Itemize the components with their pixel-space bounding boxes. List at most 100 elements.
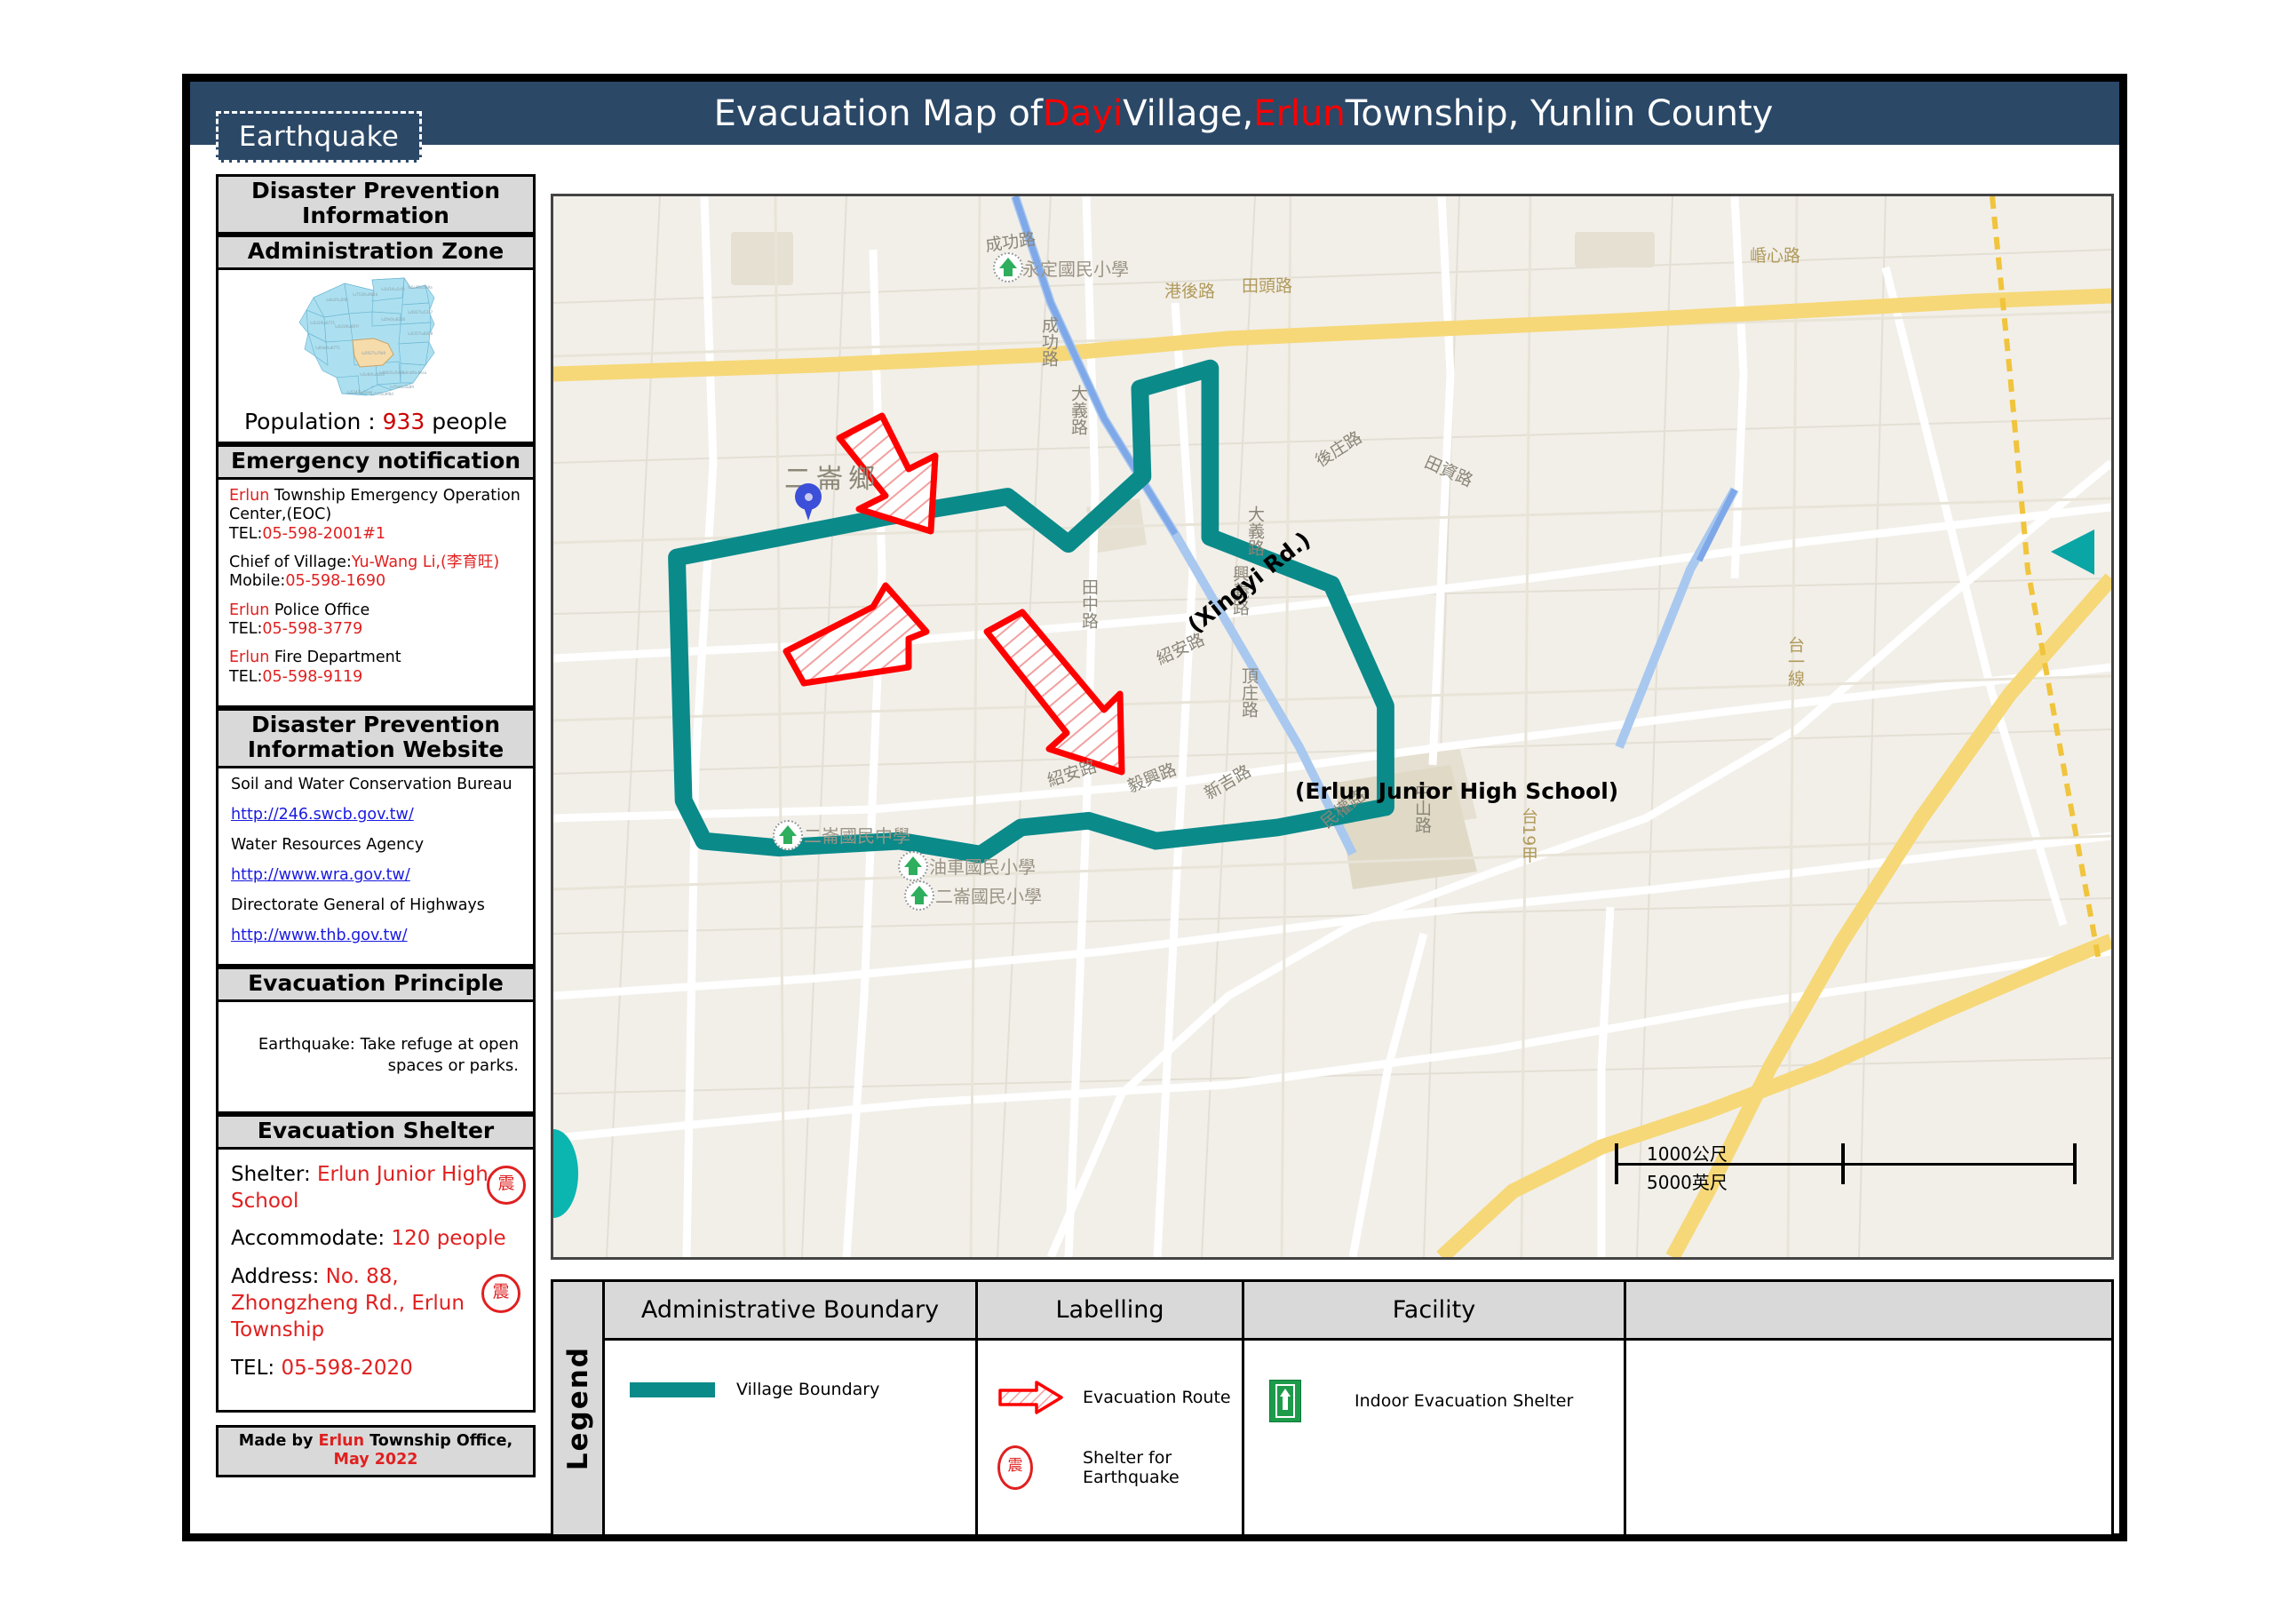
evacuation-map-page: Earthquake Evacuation Map of Dayi Villag… xyxy=(0,0,2296,1616)
title-village-name: Dayi xyxy=(1043,92,1124,134)
svg-text:\u5d19\u897f: \u5d19\u897f xyxy=(335,324,360,329)
svg-text:\u5d19\u6771: \u5d19\u6771 xyxy=(310,321,336,325)
road-label-tianzhong: 田中路 xyxy=(1079,578,1099,629)
evacuation-route-arrows xyxy=(783,412,1125,776)
chief-mobile-label: Mobile: xyxy=(229,572,286,591)
accommodate-value: 120 people xyxy=(391,1227,506,1251)
poi-label-youche: 油車國民小學 xyxy=(929,856,1036,878)
eoc-tel-value: 05-598-2001#1 xyxy=(262,524,386,543)
legend-column-facility: Facility Indoor Evacuation Shelter xyxy=(1244,1282,1626,1534)
road-label-dayi-2: 大義路 xyxy=(1245,505,1265,556)
svg-text:\u7530\u982d: \u7530\u982d xyxy=(353,292,378,297)
website-section-panel: Soil and Water Conservation Bureau http:… xyxy=(216,768,536,967)
fire-tel-value: 05-598-9119 xyxy=(262,667,363,686)
svg-text:\u77f3\u9f8d: \u77f3\u9f8d xyxy=(370,392,393,396)
evacuation-principle-header: Evacuation Principle xyxy=(216,967,536,1003)
legend-label-shelter-for-earthquake: Shelter for Earthquake xyxy=(1083,1448,1180,1487)
svg-text:\u5927\u5317: \u5927\u5317 xyxy=(408,310,433,314)
road-label-ganghou: 港後路 xyxy=(1164,282,1216,301)
svg-text:\u5927\u7fa9: \u5927\u7fa9 xyxy=(361,351,385,355)
sidebar: Disaster Prevention Information Administ… xyxy=(216,174,536,1535)
chief-entry: Chief of Village:Yu-Wang Li,(李育旺) Mobile… xyxy=(229,553,524,592)
map-viewport[interactable]: 成功路 成功路 港後路 田頭路 崏心路 大義路 大義路 後庄路 田資路 田中路 … xyxy=(551,194,2114,1260)
earthquake-stamp-icon: 震 xyxy=(487,1165,526,1205)
map-pin-marker[interactable] xyxy=(795,483,822,521)
earthquake-badge: Earthquake xyxy=(216,111,422,163)
legend-label-indoor-evacuation-shelter: Indoor Evacuation Shelter xyxy=(1355,1391,1574,1411)
poi-label-yongding: 永定國民小學 xyxy=(1022,259,1129,280)
accommodate-label: Accommodate: xyxy=(231,1227,392,1251)
school-icon-erlun-elementary[interactable] xyxy=(904,880,934,911)
disaster-prevention-information-header: Disaster Prevention Information xyxy=(216,174,536,235)
scale-imperial-label: 5000英尺 xyxy=(1647,1172,1728,1193)
administration-zone-thumbnail: \u6e2f\u5f8c \u7530\u982d \u5d34\u5cf0 \u6… xyxy=(218,270,533,405)
website-link-swcb[interactable]: http://246.swcb.gov.tw/ xyxy=(231,806,414,824)
population-unit: people xyxy=(425,409,508,434)
population-label: Population : xyxy=(243,409,383,434)
shelter-name-row: Shelter: Erlun Junior High School xyxy=(231,1162,520,1215)
legend-item-evacuation-route: Evacuation Route xyxy=(997,1380,1242,1415)
svg-text:\u6cb9\u8eca: \u6cb9\u8eca xyxy=(402,370,427,375)
map-scale-bar: 1000公尺 5000英尺 xyxy=(1615,1138,2077,1193)
road-label-dayi: 大義路 xyxy=(1069,385,1088,435)
eoc-entry: Erlun Township Emergency Operation Cente… xyxy=(229,487,524,544)
poi-label-erlun-elementary: 二崙國民小學 xyxy=(935,886,1042,907)
made-by-footer: Made by Erlun Township Office, May 2022 xyxy=(216,1424,536,1477)
road-label-chenggong-2: 成功路 xyxy=(1039,316,1059,367)
legend-header-administrative-boundary: Administrative Boundary xyxy=(605,1282,975,1341)
school-icon-yongding[interactable] xyxy=(993,252,1023,283)
evacuation-route-arrow-icon xyxy=(997,1380,1083,1415)
school-icon-youche[interactable] xyxy=(898,851,928,881)
website-link-wra[interactable]: http://www.wra.gov.tw/ xyxy=(231,866,410,884)
website-name-thb: Directorate General of Highways xyxy=(231,896,485,915)
indoor-shelter-sign-icon xyxy=(1269,1380,1355,1422)
svg-text:\u7fa9\u5b89: \u7fa9\u5b89 xyxy=(390,385,414,389)
road-label-tai19: 台19甲 xyxy=(1519,808,1538,864)
shelter-tel-label: TEL: xyxy=(231,1357,282,1381)
emergency-notification-panel: Erlun Township Emergency Operation Cente… xyxy=(216,480,536,709)
legend-side-title-text: Legend xyxy=(561,1345,594,1471)
scale-metric-label: 1000公尺 xyxy=(1647,1143,1728,1165)
evacuation-arrow-south xyxy=(983,609,1125,776)
evacuation-shelter-header: Evacuation Shelter xyxy=(216,1113,536,1150)
svg-text:\u6e2f\u5f8c: \u6e2f\u5f8c xyxy=(326,298,348,302)
legend-panel: Legend Administrative Boundary Village B… xyxy=(551,1279,2114,1537)
legend-item-village-boundary: Village Boundary xyxy=(630,1380,975,1399)
svg-text:\u5d34\u5cf0: \u5d34\u5cf0 xyxy=(381,287,405,291)
police-tel-value: 05-598-3779 xyxy=(262,620,363,639)
legend-column-labelling: Labelling Evacuation Route 震 Shelter for… xyxy=(978,1282,1244,1534)
legend-column-administrative-boundary: Administrative Boundary Village Boundary xyxy=(605,1282,978,1534)
shelter-tel-row: TEL: 05-598-2020 xyxy=(231,1356,520,1382)
svg-text:\u9802\u5e84: \u9802\u5e84 xyxy=(379,370,404,375)
website-link-thb[interactable]: http://www.thb.gov.tw/ xyxy=(231,927,408,944)
title-township-name: Erlun xyxy=(1253,92,1346,134)
legend-side-title: Legend xyxy=(553,1282,605,1534)
police-tel-label: TEL: xyxy=(229,620,263,639)
chief-mobile-value: 05-598-1690 xyxy=(285,572,386,591)
fire-entry: Erlun Fire Department TEL:05-598-9119 xyxy=(229,649,524,687)
school-icon-erlun-junior-high[interactable] xyxy=(773,820,803,850)
fire-org-highlight: Erlun xyxy=(229,649,270,667)
legend-columns: Administrative Boundary Village Boundary… xyxy=(605,1282,2111,1534)
made-by-prefix: Made by xyxy=(238,1431,319,1450)
made-by-suffix: Township Office, xyxy=(364,1431,513,1450)
road-label-dingzhuang: 頂庄路 xyxy=(1239,667,1259,718)
fire-tel-label: TEL: xyxy=(229,667,263,686)
evacuation-arrow-west xyxy=(783,582,930,687)
township-zone-map-icon: \u6e2f\u5f8c \u7530\u982d \u5d34\u5cf0 \u6… xyxy=(298,276,435,396)
police-org-rest: Police Office xyxy=(269,601,370,619)
legend-header-empty xyxy=(1626,1282,2111,1341)
police-org-highlight: Erlun xyxy=(229,601,270,619)
accommodate-row: Accommodate: 120 people xyxy=(231,1226,520,1253)
legend-header-facility: Facility xyxy=(1244,1282,1624,1341)
legend-item-shelter-for-earthquake: 震 Shelter for Earthquake xyxy=(997,1445,1242,1490)
evacuation-shelter-panel: 震 震 Shelter: Erlun Junior High School Ac… xyxy=(216,1149,536,1413)
chief-name: Yu-Wang Li,(李育旺) xyxy=(351,553,500,572)
poi-label-erlun-junior-high: 二崙國民中學 xyxy=(804,825,910,847)
eoc-org-highlight: Erlun xyxy=(229,487,270,505)
made-by-date: May 2022 xyxy=(333,1450,418,1469)
population-row: Population : 933 people xyxy=(218,405,533,442)
earthquake-shelter-stamp-icon: 震 xyxy=(997,1445,1083,1490)
fire-org-rest: Fire Department xyxy=(269,649,401,667)
road-label-taiyi: 台一線 xyxy=(1785,636,1805,687)
